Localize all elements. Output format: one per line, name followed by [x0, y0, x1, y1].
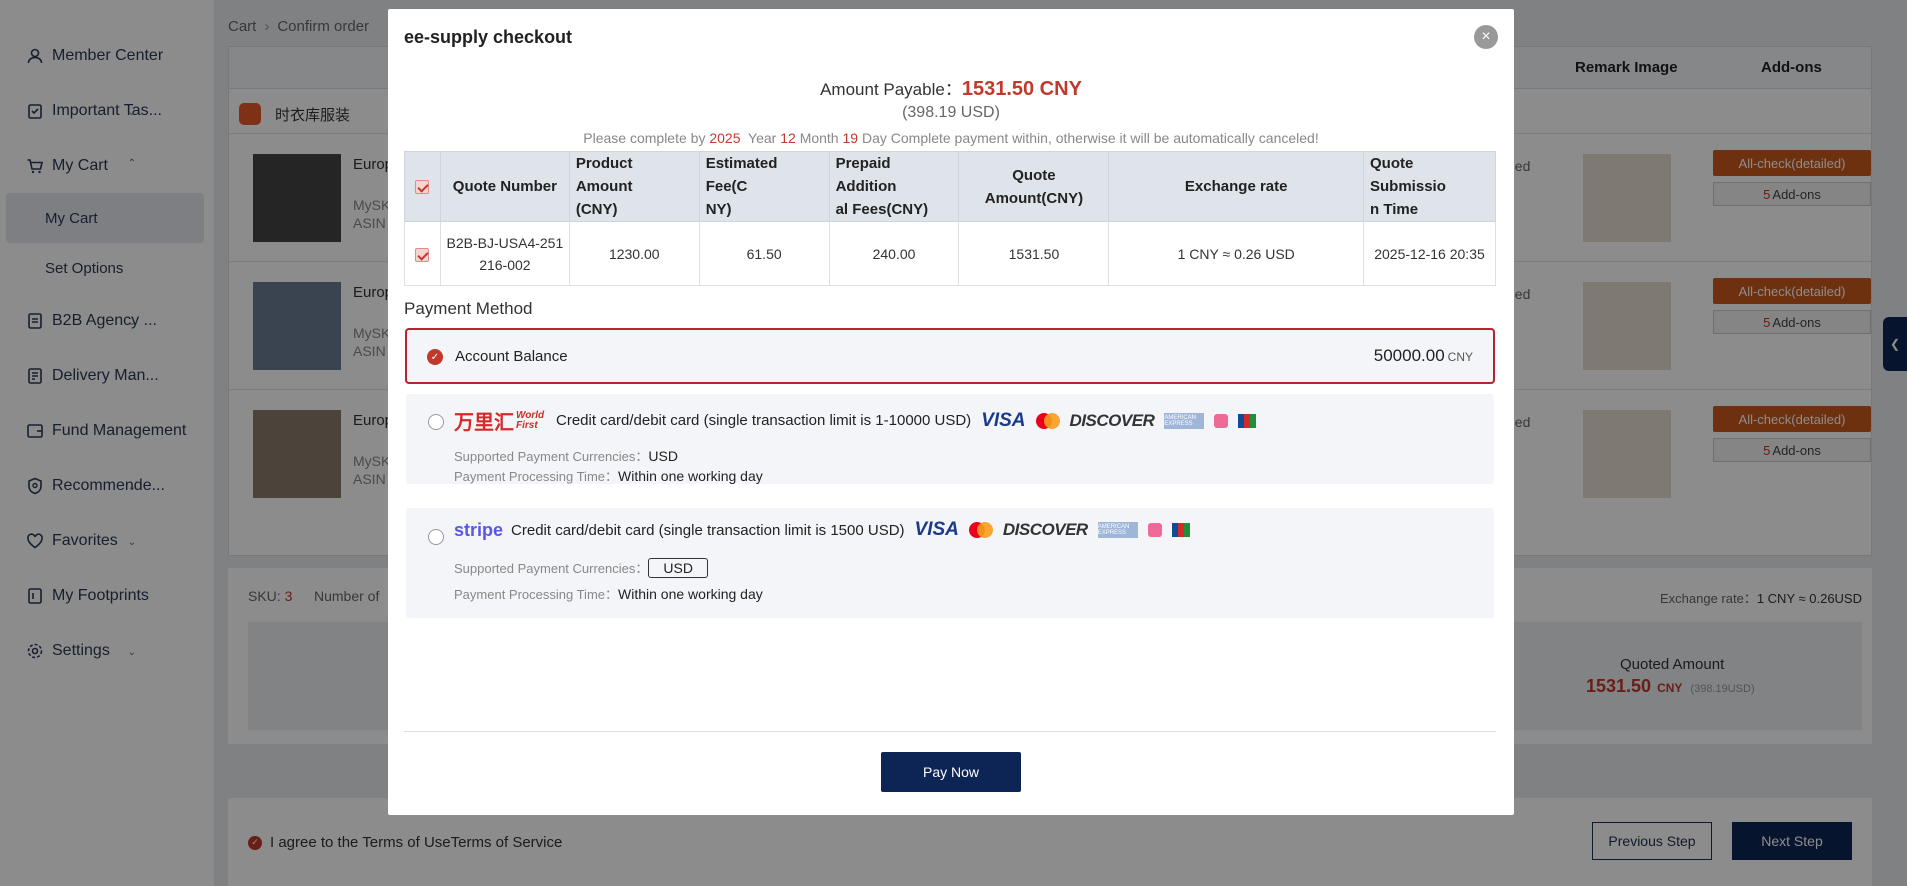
amount-payable: Amount Payable：1531.50 CNY — [820, 78, 1082, 100]
column-submission-time: Quote Submissio n Time — [1363, 151, 1496, 222]
payment-option-worldfirst[interactable]: 万里汇 World First Credit card/debit card (… — [406, 394, 1494, 484]
amount-payable-usd: (398.19 USD) — [902, 104, 1000, 121]
stripe-currencies: Supported Payment Currencies： USD — [454, 558, 708, 578]
pay-now-button[interactable]: Pay Now — [881, 752, 1021, 792]
quote-table: Quote Number Product Amount (CNY) Estimat… — [404, 151, 1496, 286]
column-quote-amount: Quote Amount(CNY) — [958, 151, 1110, 222]
selected-radio-icon[interactable]: ✓ — [427, 349, 443, 365]
column-product-amount: Product Amount (CNY) — [568, 151, 700, 222]
column-quote-number: Quote Number — [439, 151, 570, 222]
payment-deadline: Please complete by 2025 Year 12 Month 19… — [583, 130, 1319, 146]
jcb-icon — [1171, 523, 1190, 537]
mastercard-icon — [968, 522, 993, 538]
product-amount: 1230.00 — [568, 221, 700, 286]
radio-button[interactable] — [428, 414, 444, 430]
column-exchange-rate: Exchange rate — [1108, 151, 1365, 222]
quote-number: B2B-BJ-USA4-251 216-002 — [439, 221, 570, 286]
payment-option-account-balance[interactable]: ✓ Account Balance 50000.00 CNY — [405, 328, 1495, 384]
select-all-checkbox[interactable] — [404, 151, 441, 222]
submission-time: 2025-12-16 20:35 — [1363, 221, 1496, 286]
quote-table-header: Quote Number Product Amount (CNY) Estimat… — [404, 151, 1496, 222]
visa-icon: VISA — [914, 519, 959, 540]
exchange-rate-value: 1 CNY ≈ 0.26 USD — [1108, 221, 1365, 286]
mastercard-icon — [1035, 412, 1060, 429]
payment-option-stripe[interactable]: stripe Credit card/debit card (single tr… — [406, 508, 1494, 618]
unionpay-icon — [1147, 523, 1162, 537]
checkout-modal: ee-supply checkout × Amount Payable：1531… — [388, 9, 1514, 815]
worldfirst-description: Credit card/debit card (single transacti… — [556, 412, 972, 429]
row-checkbox[interactable] — [404, 221, 441, 286]
visa-icon: VISA — [981, 409, 1026, 431]
stripe-line: stripe Credit card/debit card (single tr… — [454, 519, 1190, 541]
prepaid-fees: 240.00 — [828, 221, 960, 286]
amex-icon: AMERICAN EXPRESS — [1164, 412, 1205, 429]
worldfirst-logo-en: World First — [516, 409, 545, 431]
unionpay-icon — [1214, 413, 1229, 428]
amount-payable-value: 1531.50 CNY — [961, 78, 1082, 100]
column-estimated-fee: Estimated Fee(C NY) — [698, 151, 830, 222]
radio-button[interactable] — [428, 529, 444, 545]
payment-method-label: Payment Method — [404, 299, 533, 318]
card-logos: VISA DISCOVER AMERICAN EXPRESS — [915, 519, 1190, 541]
estimated-fee: 61.50 — [698, 221, 830, 286]
worldfirst-line: 万里汇 World First Credit card/debit card (… — [454, 406, 1257, 435]
quote-amount: 1531.50 — [958, 221, 1110, 286]
worldfirst-logo: 万里汇 — [454, 412, 514, 434]
amex-icon: AMERICAN EXPRESS — [1097, 522, 1138, 538]
close-icon[interactable]: × — [1474, 25, 1498, 49]
account-balance-value: 50000.00 CNY — [1373, 346, 1473, 365]
column-prepaid-fees: Prepaid Addition al Fees(CNY) — [828, 151, 960, 222]
account-balance-label: Account Balance — [455, 348, 568, 365]
worldfirst-currencies: Supported Payment Currencies：USD — [454, 448, 678, 464]
card-logos: VISA DISCOVER AMERICAN EXPRESS — [981, 409, 1257, 432]
currency-badge-usd: USD — [648, 558, 708, 578]
table-row: B2B-BJ-USA4-251 216-002 1230.00 61.50 240… — [404, 221, 1496, 286]
stripe-processing-time: Payment Processing Time：Within one worki… — [454, 586, 763, 602]
discover-icon: DISCOVER — [1002, 520, 1088, 539]
discover-icon: DISCOVER — [1069, 410, 1155, 430]
divider — [404, 731, 1496, 732]
modal-title: ee-supply checkout — [404, 27, 573, 47]
worldfirst-processing-time: Payment Processing Time：Within one worki… — [454, 468, 763, 484]
stripe-logo: stripe — [454, 519, 504, 540]
jcb-icon — [1238, 413, 1257, 428]
stripe-description: Credit card/debit card (single transacti… — [511, 521, 905, 539]
